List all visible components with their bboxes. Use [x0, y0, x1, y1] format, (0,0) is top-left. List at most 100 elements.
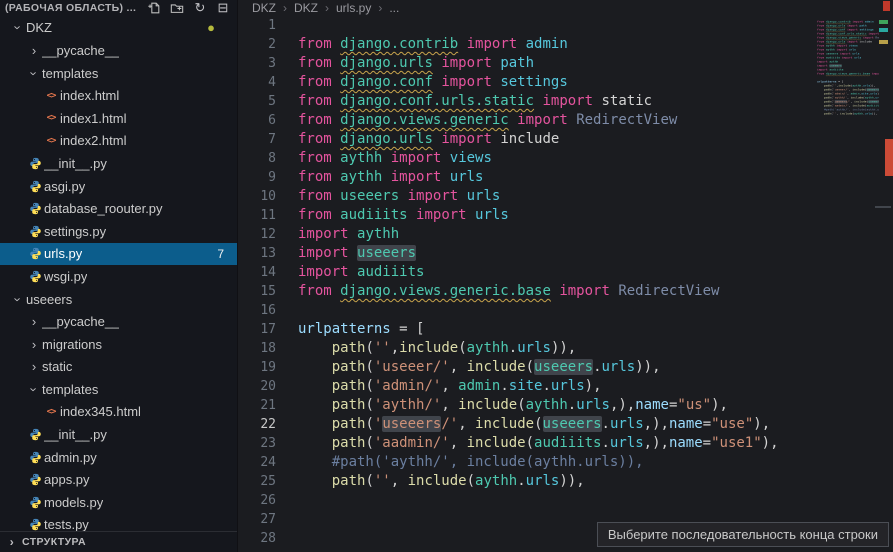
- tree-item-index1.html[interactable]: <>index1.html: [0, 107, 237, 130]
- code-line-2[interactable]: 2from django.contrib import admin: [238, 35, 893, 54]
- line-number[interactable]: 10: [238, 187, 298, 206]
- tree-item-urls.py[interactable]: urls.py7: [0, 243, 237, 266]
- line-number[interactable]: 18: [238, 339, 298, 358]
- python-file-icon: [26, 180, 44, 193]
- tree-item-__init__.py[interactable]: __init__.py: [0, 423, 237, 446]
- line-number[interactable]: 20: [238, 377, 298, 396]
- line-number[interactable]: 28: [238, 529, 298, 548]
- code-line-15[interactable]: 15from django.views.generic.base import …: [238, 282, 893, 301]
- line-number[interactable]: 24: [238, 453, 298, 472]
- line-number[interactable]: 23: [238, 434, 298, 453]
- python-file-icon: [26, 247, 44, 260]
- code-line-20[interactable]: 20 path('admin/', admin.site.urls),: [238, 377, 893, 396]
- line-number[interactable]: 21: [238, 396, 298, 415]
- tree-item-templates[interactable]: ›templates: [0, 378, 237, 401]
- tree-item-static[interactable]: ›static: [0, 356, 237, 379]
- line-number[interactable]: 9: [238, 168, 298, 187]
- line-number[interactable]: 15: [238, 282, 298, 301]
- line-number[interactable]: 2: [238, 35, 298, 54]
- tree-item-settings.py[interactable]: settings.py: [0, 220, 237, 243]
- code-line-11[interactable]: 11from audiiits import urls: [238, 206, 893, 225]
- code-line-text: from audiiits import urls: [298, 206, 509, 225]
- line-number[interactable]: 16: [238, 301, 298, 320]
- code-line-24[interactable]: 24 #path('aythh/', include(aythh.urls)),: [238, 453, 893, 472]
- line-number[interactable]: 26: [238, 491, 298, 510]
- line-number[interactable]: 22: [238, 415, 298, 434]
- tree-item-templates[interactable]: ›templates: [0, 62, 237, 85]
- tree-item-useeers[interactable]: ›useeers: [0, 288, 237, 311]
- code-line-23[interactable]: 23 path('aadmin/', include(audiiits.urls…: [238, 434, 893, 453]
- tree-item-__pycache__[interactable]: ›__pycache__: [0, 39, 237, 62]
- minimap-decoration: [879, 40, 888, 44]
- overview-ruler-error-mark: [885, 139, 893, 176]
- minimap[interactable]: from django.contrib import adminfrom dja…: [817, 16, 879, 138]
- code-line-21[interactable]: 21 path('aythh/', include(aythh.urls,),n…: [238, 396, 893, 415]
- code-line-4[interactable]: 4from django.conf import settings: [238, 73, 893, 92]
- tree-item-index2.html[interactable]: <>index2.html: [0, 130, 237, 153]
- new-folder-button[interactable]: [169, 0, 185, 16]
- refresh-button[interactable]: ↻: [192, 0, 208, 16]
- line-number[interactable]: 7: [238, 130, 298, 149]
- line-number[interactable]: 11: [238, 206, 298, 225]
- code-line-18[interactable]: 18 path('',include(aythh.urls)),: [238, 339, 893, 358]
- breadcrumb-item[interactable]: ...: [389, 1, 399, 15]
- line-number[interactable]: 6: [238, 111, 298, 130]
- refresh-icon: ↻: [195, 1, 206, 14]
- line-number[interactable]: 5: [238, 92, 298, 111]
- line-number[interactable]: 19: [238, 358, 298, 377]
- tree-item-database_roouter.py[interactable]: database_roouter.py: [0, 197, 237, 220]
- line-number[interactable]: 25: [238, 472, 298, 491]
- tree-item-index345.html[interactable]: <>index345.html: [0, 401, 237, 424]
- code-line-25[interactable]: 25 path('', include(aythh.urls)),: [238, 472, 893, 491]
- tree-item-DKZ[interactable]: ›DKZ●: [0, 17, 237, 40]
- code-line-8[interactable]: 8from aythh import views: [238, 149, 893, 168]
- explorer-section-header[interactable]: (РАБОЧАЯ ОБЛАСТЬ) ... ↻ ⊟: [0, 0, 237, 15]
- breadcrumb-item[interactable]: urls.py: [336, 1, 371, 15]
- code-line-1[interactable]: 1: [238, 16, 893, 35]
- code-line-22[interactable]: 22 path('useeers/', include(useeers.urls…: [238, 415, 893, 434]
- collapse-all-button[interactable]: ⊟: [215, 0, 231, 16]
- code-line-14[interactable]: 14import audiiits: [238, 263, 893, 282]
- breadcrumb-item[interactable]: DKZ: [294, 1, 318, 15]
- line-number[interactable]: 12: [238, 225, 298, 244]
- code-line-7[interactable]: 7from django.urls import include: [238, 130, 893, 149]
- tree-item-apps.py[interactable]: apps.py: [0, 468, 237, 491]
- code-line-6[interactable]: 6from django.views.generic import Redire…: [238, 111, 893, 130]
- tree-item-__init__.py[interactable]: __init__.py: [0, 152, 237, 175]
- code-line-text: import audiiits: [298, 263, 424, 282]
- tree-item-admin.py[interactable]: admin.py: [0, 446, 237, 469]
- line-number[interactable]: 17: [238, 320, 298, 339]
- line-number[interactable]: 4: [238, 73, 298, 92]
- line-number[interactable]: 3: [238, 54, 298, 73]
- code-line-17[interactable]: 17urlpatterns = [: [238, 320, 893, 339]
- chevron-right-icon: ›: [26, 43, 42, 58]
- code-line-26[interactable]: 26: [238, 491, 893, 510]
- line-number[interactable]: 8: [238, 149, 298, 168]
- code-line-16[interactable]: 16: [238, 301, 893, 320]
- line-number[interactable]: 13: [238, 244, 298, 263]
- code-editor[interactable]: 12from django.contrib import admin3from …: [238, 16, 893, 552]
- new-file-button[interactable]: [146, 0, 162, 16]
- code-line-text: from aythh import urls: [298, 168, 483, 187]
- tree-item-asgi.py[interactable]: asgi.py: [0, 175, 237, 198]
- outline-section-header[interactable]: › СТРУКТУРА: [0, 531, 237, 552]
- code-line-5[interactable]: 5from django.conf.urls.static import sta…: [238, 92, 893, 111]
- tree-item-models.py[interactable]: models.py: [0, 491, 237, 514]
- code-line-19[interactable]: 19 path('useeer/', include(useeers.urls)…: [238, 358, 893, 377]
- code-line-3[interactable]: 3from django.urls import path: [238, 54, 893, 73]
- tree-item-__pycache__[interactable]: ›__pycache__: [0, 310, 237, 333]
- code-line-12[interactable]: 12import aythh: [238, 225, 893, 244]
- tree-item-wsgi.py[interactable]: wsgi.py: [0, 265, 237, 288]
- code-line-text: #path('aythh/', include(aythh.urls)),: [298, 453, 644, 472]
- code-line-10[interactable]: 10from useeers import urls: [238, 187, 893, 206]
- explorer-actions: ↻ ⊟: [146, 0, 231, 16]
- line-number[interactable]: 14: [238, 263, 298, 282]
- line-number[interactable]: 27: [238, 510, 298, 529]
- tree-item-index.html[interactable]: <>index.html: [0, 84, 237, 107]
- code-line-text: path('useeers/', include(useeers.urls,),…: [298, 415, 770, 434]
- code-line-13[interactable]: 13import useeers: [238, 244, 893, 263]
- code-line-9[interactable]: 9from aythh import urls: [238, 168, 893, 187]
- line-number[interactable]: 1: [238, 16, 298, 35]
- breadcrumb-item[interactable]: DKZ: [252, 1, 276, 15]
- tree-item-migrations[interactable]: ›migrations: [0, 333, 237, 356]
